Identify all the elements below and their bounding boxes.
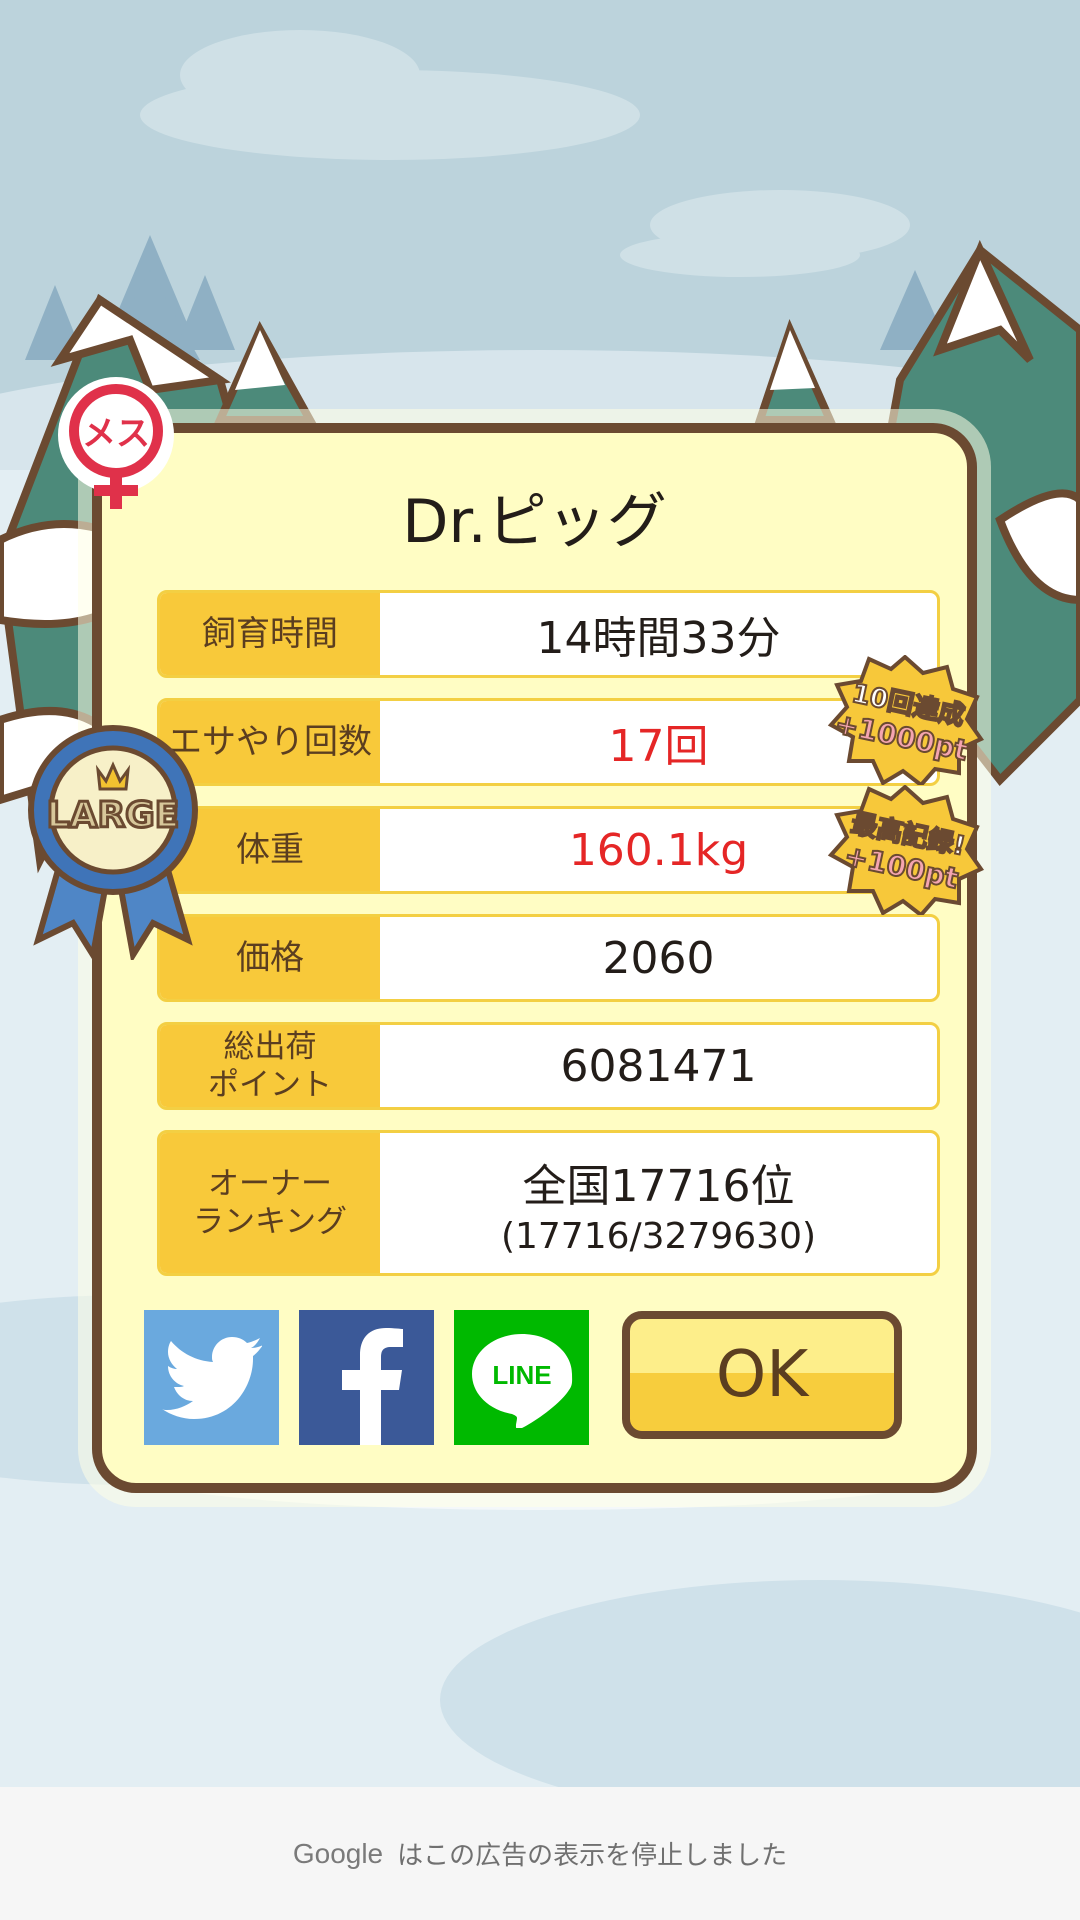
stat-row-weight: 体重 160.1kg <box>157 806 940 894</box>
ad-stopped-notice: Google はこの広告の表示を停止しました <box>0 1787 1080 1920</box>
line-icon-label: LINE <box>492 1360 551 1390</box>
size-ribbon: LARGE <box>28 715 198 964</box>
female-symbol-icon: メス <box>58 377 174 509</box>
stat-value: 全国17716位 (17716/3279630) <box>380 1133 937 1273</box>
ranking-value: 全国17716位 <box>522 1160 795 1212</box>
stat-value: 2060 <box>602 932 715 984</box>
stat-row-total-points: 総出荷 ポイント 6081471 <box>157 1022 940 1110</box>
ranking-detail: (17716/3279630) <box>500 1215 817 1257</box>
stat-label: 飼育時間 <box>160 593 380 675</box>
ribbon-award-icon: LARGE <box>28 725 198 964</box>
google-logo: Google <box>292 1837 384 1869</box>
size-label: LARGE <box>47 795 180 836</box>
stat-row-feed-count: エサやり回数 17回 <box>157 698 940 786</box>
ad-notice-text: はこの広告の表示を停止しました <box>397 1841 788 1871</box>
stat-row-breeding-time: 飼育時間 14時間33分 <box>157 590 940 678</box>
stat-label: 総出荷 ポイント <box>160 1025 380 1107</box>
stat-row-owner-ranking: オーナー ランキング 全国17716位 (17716/3279630) <box>157 1130 940 1276</box>
achievement-badge-feed: 10回達成 +1000pt <box>825 654 985 788</box>
facebook-icon <box>342 1328 403 1445</box>
stat-label: オーナー ランキング <box>160 1133 380 1273</box>
achievement-badge-record: 最高記録! +100pt <box>825 784 985 918</box>
line-icon: LINE <box>471 1333 572 1428</box>
twitter-share-button[interactable] <box>144 1310 279 1445</box>
twitter-icon <box>161 1336 262 1419</box>
stat-value: 6081471 <box>560 1040 757 1092</box>
line-share-button[interactable]: LINE <box>454 1310 589 1445</box>
star-burst-icon: 最高記録! +100pt <box>827 784 985 918</box>
gender-badge: メス <box>52 375 180 515</box>
facebook-share-button[interactable] <box>299 1310 434 1445</box>
gender-label: メス <box>82 414 150 454</box>
result-dialog: Dr.ピッグ 飼育時間 14時間33分 エサやり回数 17回 体重 160.1k… <box>92 423 977 1493</box>
star-burst-icon: 10回達成 +1000pt <box>827 654 985 788</box>
stat-row-price: 価格 2060 <box>157 914 940 1002</box>
ok-button[interactable]: OK <box>622 1311 902 1439</box>
pig-name-title: Dr.ピッグ <box>402 487 667 557</box>
